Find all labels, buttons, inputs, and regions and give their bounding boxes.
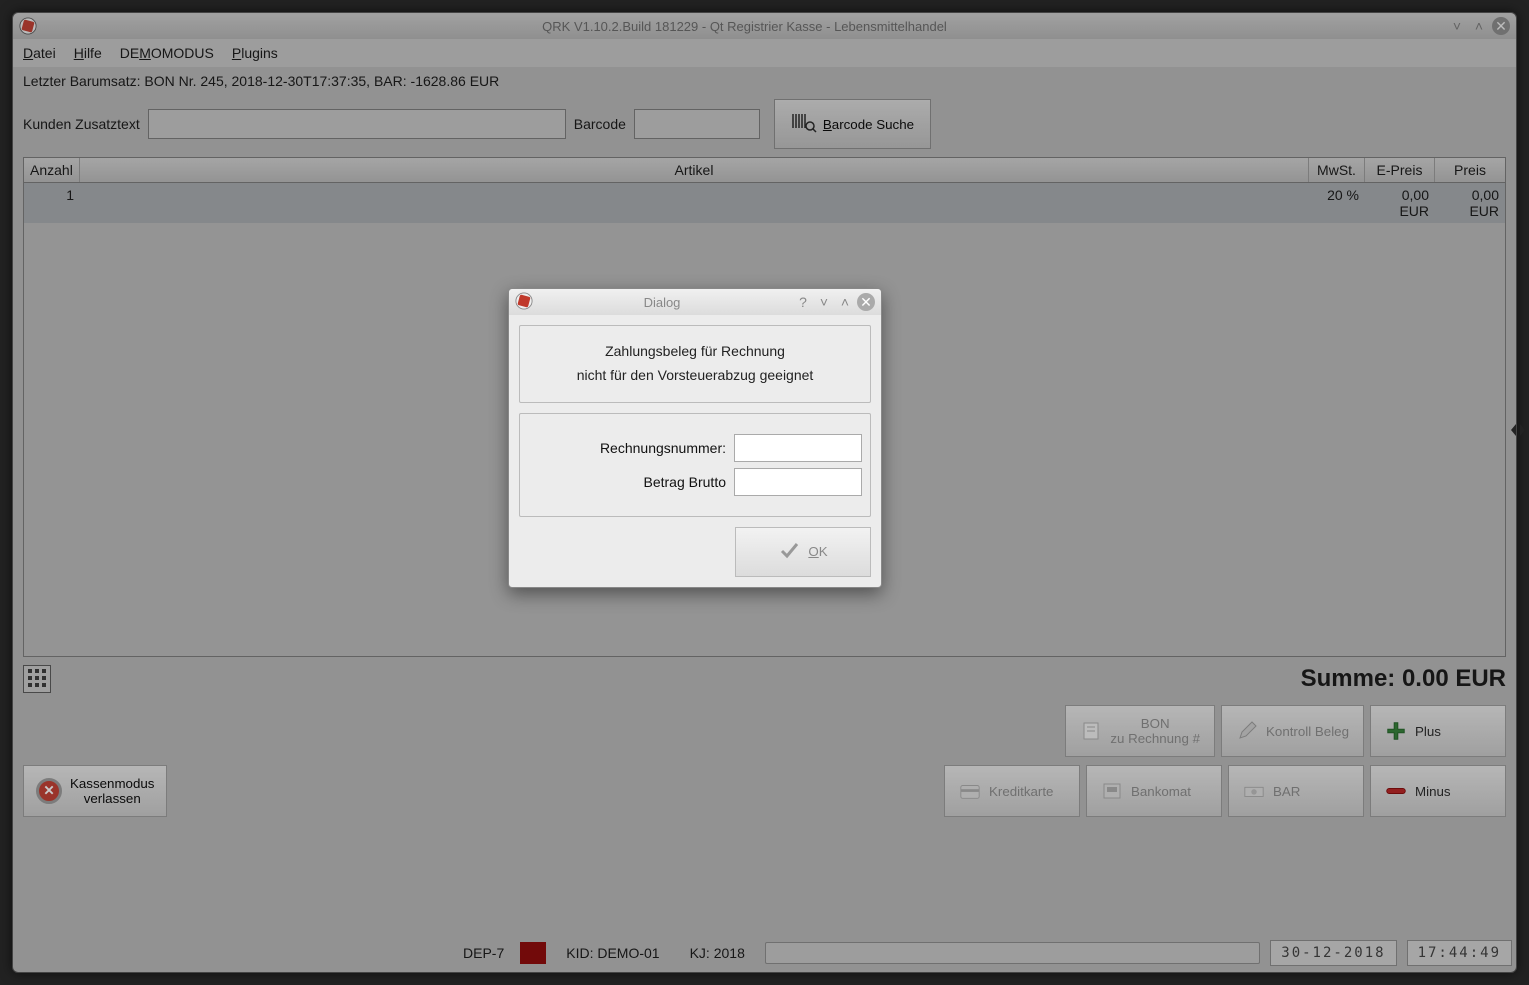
dialog-msg-line1: Zahlungsbeleg für Rechnung: [528, 340, 862, 364]
dialog-msg-line2: nicht für den Vorsteuerabzug geeignet: [528, 364, 862, 388]
dialog-title: Dialog: [533, 295, 791, 310]
dialog-min-icon[interactable]: ˅: [815, 293, 833, 311]
dialog-help-icon[interactable]: ?: [794, 293, 812, 311]
brutto-input[interactable]: [734, 468, 862, 496]
ok-label: OK: [808, 544, 827, 559]
payment-dialog: Dialog ? ˅ ˄ ✕ Zahlungsbeleg für Rechnun…: [508, 288, 882, 588]
rechnr-label: Rechnungsnummer:: [528, 440, 726, 456]
dialog-max-icon[interactable]: ˄: [836, 293, 854, 311]
dialog-titlebar: Dialog ? ˅ ˄ ✕: [509, 289, 881, 315]
check-icon: [778, 539, 800, 564]
rechnr-input[interactable]: [734, 434, 862, 462]
ok-button[interactable]: OK: [735, 527, 871, 577]
dialog-message: Zahlungsbeleg für Rechnung nicht für den…: [519, 325, 871, 403]
dialog-app-icon: [515, 292, 533, 313]
brutto-label: Betrag Brutto: [528, 474, 726, 490]
dialog-close-icon[interactable]: ✕: [857, 293, 875, 311]
main-window: QRK V1.10.2.Build 181229 - Qt Registrier…: [12, 12, 1517, 973]
dialog-form: Rechnungsnummer: Betrag Brutto: [519, 413, 871, 517]
